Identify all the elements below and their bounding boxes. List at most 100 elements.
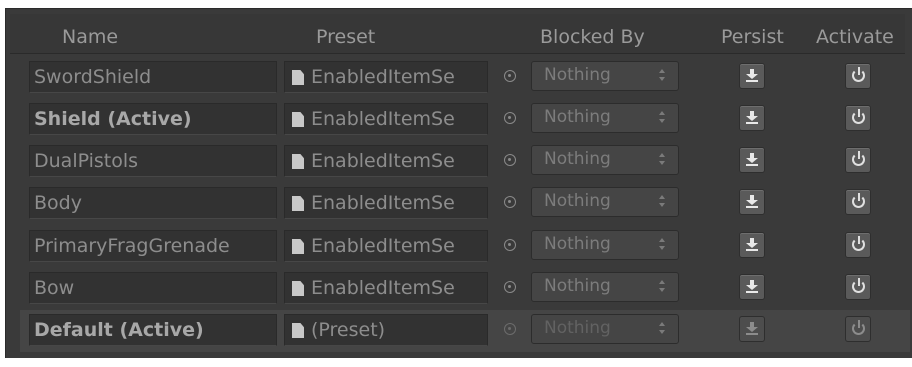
state-row[interactable]: DualPistols EnabledItemSe Nothing (23, 141, 903, 183)
blocked-by-value: Nothing (544, 149, 611, 169)
updown-arrows-icon (658, 280, 666, 294)
preset-name-text: EnabledItemSe (311, 192, 455, 214)
preset-field[interactable]: (Preset) (284, 314, 488, 346)
document-icon (292, 239, 304, 254)
download-icon (746, 153, 758, 167)
state-row[interactable]: SwordShield EnabledItemSe Nothing (23, 57, 903, 99)
state-row[interactable]: Bow EnabledItemSe Nothing (23, 268, 903, 310)
blocked-by-value: Nothing (544, 276, 611, 296)
preset-field[interactable]: EnabledItemSe (284, 230, 488, 262)
updown-arrows-icon (658, 153, 666, 167)
persist-button[interactable] (739, 316, 765, 342)
power-icon (852, 236, 865, 251)
blocked-by-dropdown[interactable]: Nothing (531, 230, 679, 260)
object-picker-icon[interactable] (504, 196, 516, 208)
activate-button[interactable] (845, 105, 871, 131)
power-icon (852, 278, 865, 293)
object-picker-icon[interactable] (504, 281, 516, 293)
state-name-field[interactable]: SwordShield (29, 61, 277, 93)
power-icon (852, 193, 865, 208)
power-icon (852, 109, 865, 124)
activate-button[interactable] (845, 189, 871, 215)
object-picker-icon[interactable] (504, 70, 516, 82)
preset-name-text: (Preset) (311, 319, 386, 341)
blocked-by-dropdown[interactable]: Nothing (531, 61, 679, 91)
blocked-by-dropdown[interactable]: Nothing (531, 145, 679, 175)
download-icon (746, 195, 758, 209)
state-row[interactable]: Default (Active) (Preset) Nothing (20, 310, 910, 352)
preset-field[interactable]: EnabledItemSe (284, 187, 488, 219)
state-name-field[interactable]: Default (Active) (29, 314, 277, 346)
document-icon (292, 112, 304, 127)
document-icon (292, 154, 304, 169)
preset-name-text: EnabledItemSe (311, 235, 455, 257)
power-icon (852, 151, 865, 166)
state-name-text: Default (Active) (34, 319, 204, 341)
state-name-field[interactable]: Body (29, 187, 277, 219)
activate-button[interactable] (845, 147, 871, 173)
updown-arrows-icon (658, 238, 666, 252)
activate-button[interactable] (845, 316, 871, 342)
state-name-text: Bow (34, 277, 75, 299)
updown-arrows-icon (658, 69, 666, 83)
column-header-name[interactable]: Name (62, 26, 118, 48)
document-icon (292, 281, 304, 296)
state-name-text: DualPistols (34, 150, 139, 172)
persist-button[interactable] (739, 274, 765, 300)
state-name-text: Body (34, 192, 82, 214)
preset-name-text: EnabledItemSe (311, 150, 455, 172)
download-icon (746, 322, 758, 336)
state-name-field[interactable]: DualPistols (29, 145, 277, 177)
object-picker-icon[interactable] (504, 154, 516, 166)
persist-button[interactable] (739, 105, 765, 131)
column-header-persist[interactable]: Persist (721, 26, 784, 48)
blocked-by-value: Nothing (544, 107, 611, 127)
document-icon (292, 323, 304, 338)
state-row[interactable]: Shield (Active) EnabledItemSe Nothing (23, 99, 903, 141)
blocked-by-dropdown[interactable]: Nothing (531, 272, 679, 302)
column-header-blocked-by[interactable]: Blocked By (540, 26, 645, 48)
blocked-by-dropdown[interactable]: Nothing (531, 314, 679, 344)
preset-name-text: EnabledItemSe (311, 66, 455, 88)
preset-name-text: EnabledItemSe (311, 277, 455, 299)
updown-arrows-icon (658, 322, 666, 336)
activate-button[interactable] (845, 232, 871, 258)
object-picker-icon[interactable] (504, 112, 516, 124)
state-name-text: PrimaryFragGrenade (34, 235, 230, 257)
power-icon (852, 67, 865, 82)
object-picker-icon[interactable] (504, 239, 516, 251)
updown-arrows-icon (658, 111, 666, 125)
blocked-by-dropdown[interactable]: Nothing (531, 103, 679, 133)
blocked-by-value: Nothing (544, 65, 611, 85)
preset-field[interactable]: EnabledItemSe (284, 145, 488, 177)
power-icon (852, 320, 865, 335)
activate-button[interactable] (845, 274, 871, 300)
column-header-preset[interactable]: Preset (316, 26, 375, 48)
preset-name-text: EnabledItemSe (311, 108, 455, 130)
state-name-text: Shield (Active) (34, 108, 192, 130)
blocked-by-value: Nothing (544, 318, 611, 338)
download-icon (746, 111, 758, 125)
state-name-field[interactable]: Bow (29, 272, 277, 304)
persist-button[interactable] (739, 232, 765, 258)
persist-button[interactable] (739, 189, 765, 215)
document-icon (292, 70, 304, 85)
persist-button[interactable] (739, 147, 765, 173)
persist-button[interactable] (739, 63, 765, 89)
download-icon (746, 238, 758, 252)
object-picker-icon[interactable] (504, 323, 516, 335)
updown-arrows-icon (658, 195, 666, 209)
preset-field[interactable]: EnabledItemSe (284, 103, 488, 135)
state-row[interactable]: PrimaryFragGrenade EnabledItemSe Nothing (23, 226, 903, 268)
blocked-by-value: Nothing (544, 234, 611, 254)
download-icon (746, 280, 758, 294)
preset-field[interactable]: EnabledItemSe (284, 61, 488, 93)
state-name-field[interactable]: Shield (Active) (29, 103, 277, 135)
column-header-activate[interactable]: Activate (816, 26, 894, 48)
blocked-by-dropdown[interactable]: Nothing (531, 187, 679, 217)
state-row[interactable]: Body EnabledItemSe Nothing (23, 183, 903, 225)
preset-field[interactable]: EnabledItemSe (284, 272, 488, 304)
activate-button[interactable] (845, 63, 871, 89)
state-name-field[interactable]: PrimaryFragGrenade (29, 230, 277, 262)
blocked-by-value: Nothing (544, 191, 611, 211)
